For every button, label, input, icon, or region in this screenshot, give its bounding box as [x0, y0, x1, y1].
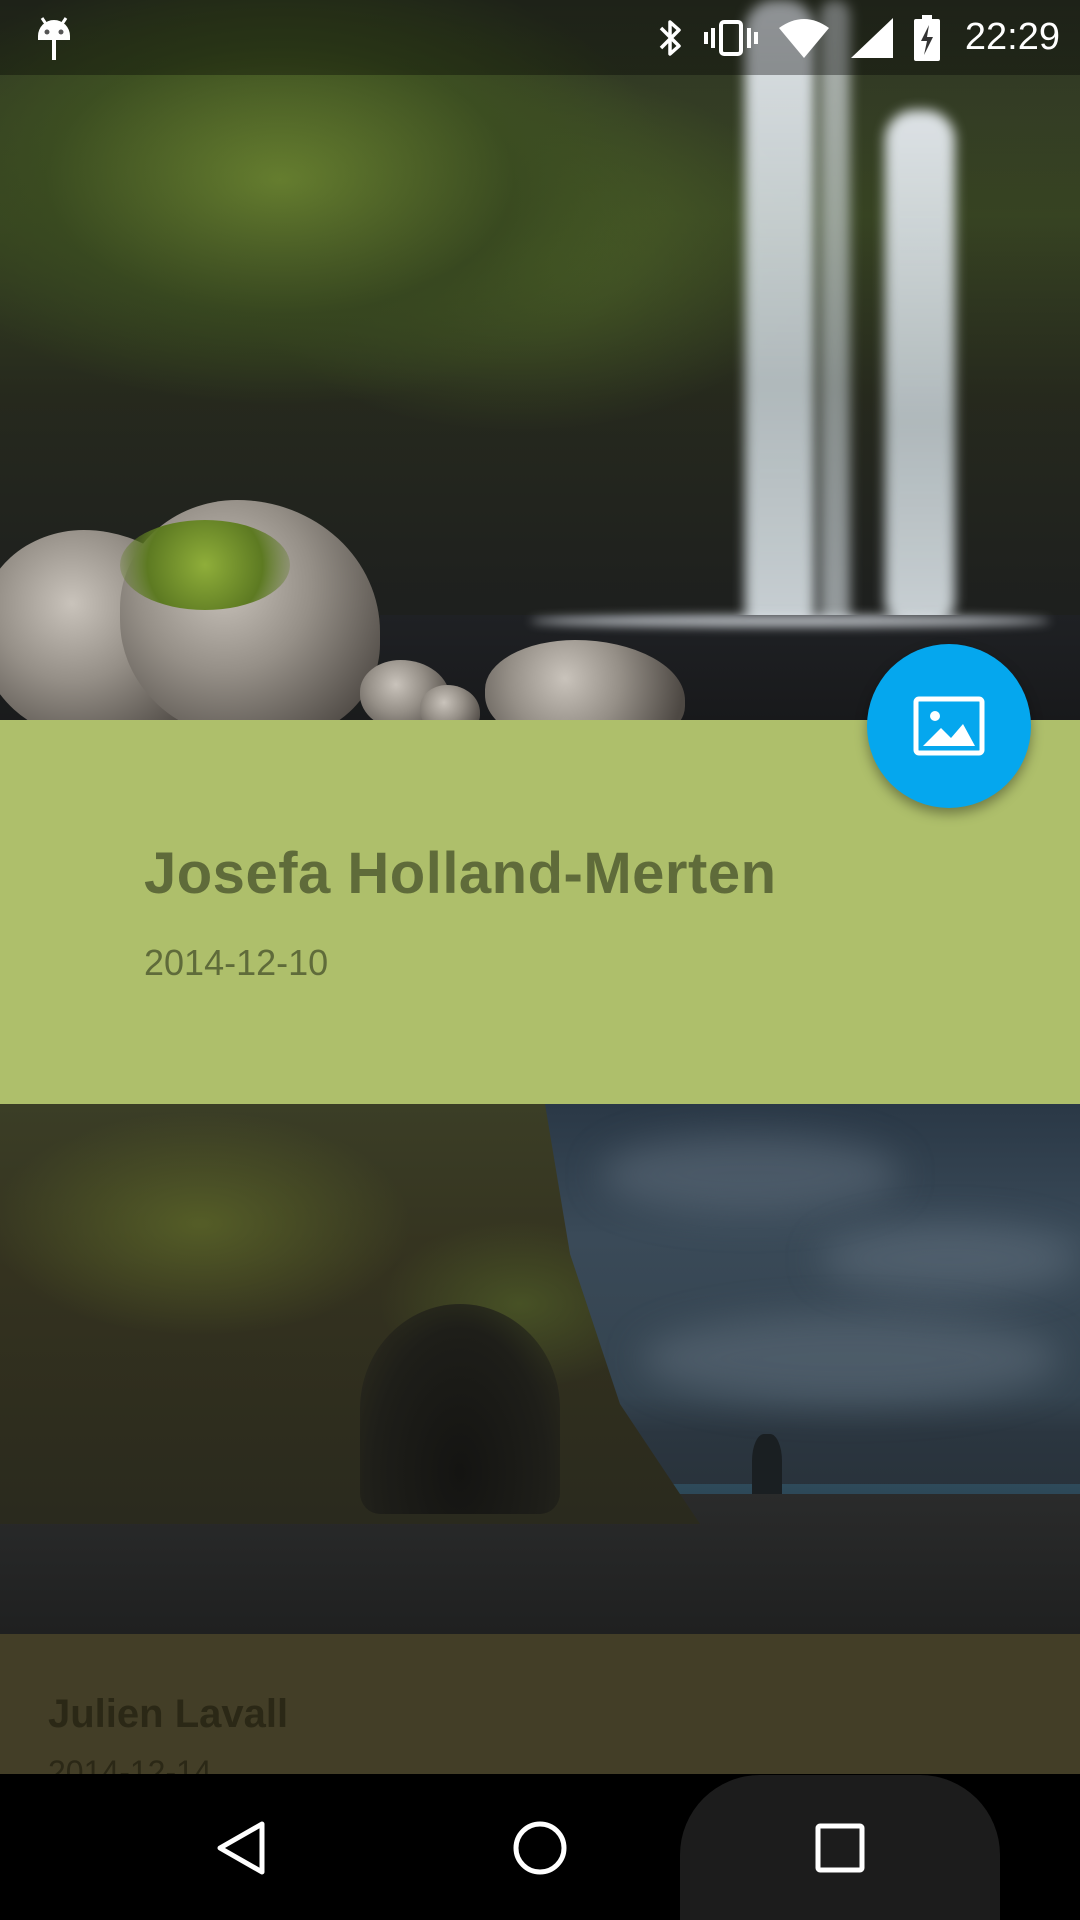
wifi-icon	[778, 18, 829, 58]
waterfall-stream	[885, 110, 955, 630]
cloud	[600, 1134, 900, 1214]
home-button[interactable]	[460, 1775, 620, 1920]
image-fab-button[interactable]	[867, 644, 1031, 808]
recents-icon	[815, 1823, 865, 1872]
recents-button[interactable]	[680, 1775, 1000, 1920]
bluetooth-icon	[659, 19, 681, 56]
pool-foam	[530, 615, 1050, 627]
sea-stack	[752, 1434, 782, 1502]
card-photo-cliff-beach[interactable]	[0, 1104, 1080, 1634]
android-debug-icon	[38, 17, 70, 60]
navigation-bar	[0, 1775, 1080, 1920]
vibrate-icon	[703, 19, 758, 56]
app-screen: 22:29 Josefa Holland-Merten 2014-12-10 J…	[0, 0, 1080, 1920]
cloud	[820, 1224, 1080, 1294]
moss	[120, 520, 290, 610]
waterfall-stream	[820, 0, 850, 640]
back-button[interactable]	[160, 1775, 320, 1920]
cloud	[640, 1314, 1060, 1404]
status-bar: 22:29	[0, 0, 1080, 75]
waterfall-stream	[745, 0, 815, 640]
card-photo-waterfall[interactable]	[0, 0, 1080, 720]
card-title: Josefa Holland-Merten	[144, 841, 777, 906]
card-info-panel[interactable]: Julien Lavall 2014-12-14	[0, 1634, 1080, 1774]
battery-charging-icon	[913, 14, 940, 61]
card-date: 2014-12-10	[144, 942, 329, 983]
card-title: Julien Lavall	[48, 1692, 289, 1736]
back-icon	[217, 1821, 265, 1874]
status-time: 22:29	[964, 16, 1060, 58]
cell-signal-icon	[850, 17, 893, 58]
cave	[360, 1304, 560, 1514]
status-icons: 22:29	[655, 0, 1060, 75]
card-date: 2014-12-14	[48, 1754, 212, 1774]
home-icon	[513, 1821, 567, 1874]
image-icon	[913, 696, 985, 756]
